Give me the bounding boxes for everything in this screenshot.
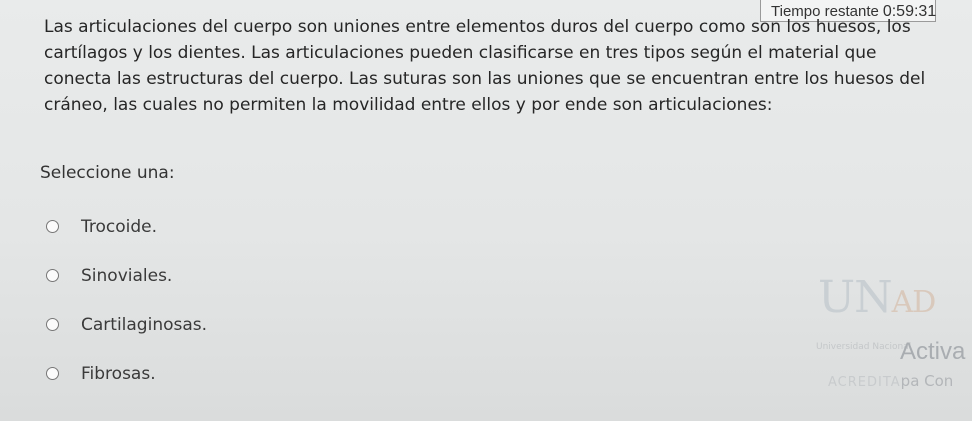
option-label[interactable]: Sinoviales. — [81, 266, 172, 286]
option-sinoviales[interactable]: Sinoviales. — [46, 251, 446, 300]
option-trocoide[interactable]: Trocoide. — [46, 202, 446, 251]
option-label[interactable]: Fibrosas. — [81, 364, 156, 384]
answer-options: Trocoide. Sinoviales. Cartilaginosas. Fi… — [46, 202, 446, 398]
activate-windows-text: Activa — [900, 338, 966, 365]
option-label[interactable]: Trocoide. — [81, 217, 157, 237]
question-text: Las articulaciones del cuerpo son unione… — [44, 17, 926, 115]
logo-university-text: Universidad Nacional — [816, 342, 912, 352]
radio-button[interactable] — [46, 220, 59, 233]
accreditation-text: ACREDITApa Con — [828, 372, 954, 390]
option-cartilaginosas[interactable]: Cartilaginosas. — [46, 300, 446, 349]
radio-button[interactable] — [46, 269, 59, 282]
select-prompt: Seleccione una: — [40, 163, 175, 183]
radio-button[interactable] — [46, 318, 59, 331]
unad-logo: UNAD — [818, 272, 936, 323]
option-fibrosas[interactable]: Fibrosas. — [46, 349, 446, 398]
radio-button[interactable] — [46, 367, 59, 380]
unad-watermark: UNAD Universidad Nacional Activa ACREDIT… — [810, 250, 972, 421]
option-label[interactable]: Cartilaginosas. — [81, 315, 207, 335]
